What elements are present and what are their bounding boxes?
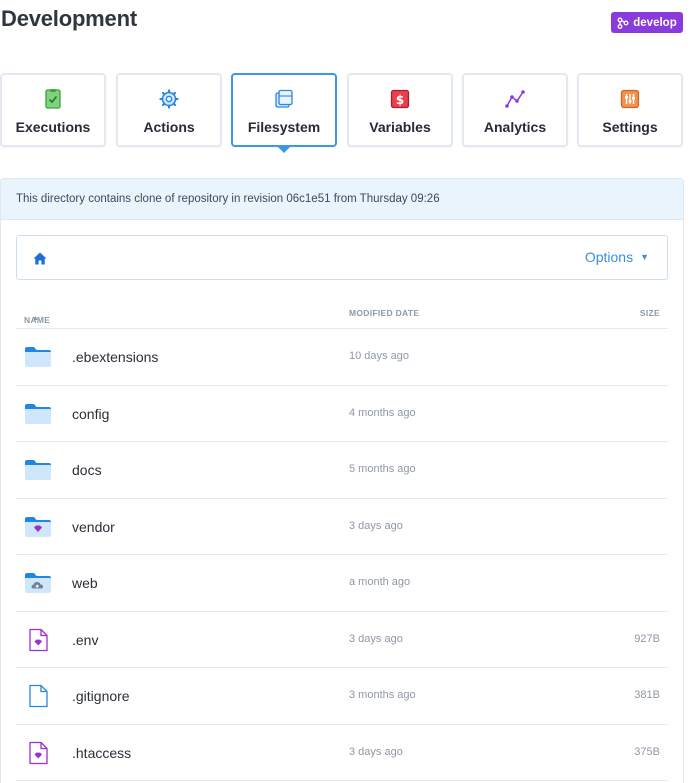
tab-actions[interactable]: Actions [116, 73, 222, 147]
table-row[interactable]: web a month ago [16, 555, 668, 612]
folder-cloud-icon [25, 573, 51, 593]
file-name: .gitignore [72, 688, 130, 704]
file-date: 3 days ago [349, 519, 403, 532]
tab-label: Executions [15, 119, 91, 135]
gear-icon [159, 89, 179, 109]
file-date: a month ago [349, 576, 411, 588]
file-date: 3 months ago [349, 689, 416, 701]
tab-label: Variables [369, 119, 431, 135]
tab-executions[interactable]: Executions [0, 73, 106, 147]
home-icon[interactable] [33, 252, 47, 265]
file-date: 10 days ago [349, 350, 409, 362]
sort-ascending-icon: ▲ [32, 315, 40, 322]
files-icon [275, 89, 293, 108]
file-size: 375B [634, 745, 660, 758]
tab-filesystem[interactable]: Filesystem [231, 73, 337, 147]
file-date: 3 days ago [349, 632, 403, 645]
tab-label: Filesystem [247, 119, 321, 135]
file-name: vendor [72, 518, 115, 535]
file-size: 381B [634, 689, 660, 701]
column-header-date[interactable]: MODIFIED DATE [349, 308, 419, 318]
table-header: NAME ▲ MODIFIED DATE SIZE [16, 301, 668, 329]
svg-text:$: $ [396, 93, 404, 107]
section-tabs: Executions Actions Filesystem $ Variable… [0, 73, 686, 148]
page-title: Development [1, 6, 137, 31]
table-row[interactable]: .ebextensions 10 days ago [16, 329, 668, 386]
table-row[interactable]: vendor 3 days ago [16, 499, 668, 555]
file-date: 4 months ago [349, 406, 416, 419]
file-name: .ebextensions [72, 349, 159, 365]
folder-icon [25, 460, 51, 480]
file-gem-icon [29, 628, 48, 651]
file-table: NAME ▲ MODIFIED DATE SIZE .ebextensions 1… [16, 301, 668, 781]
file-name: web [72, 575, 98, 591]
table-row[interactable]: .htaccess 3 days ago 375B [16, 725, 668, 781]
tab-analytics[interactable]: Analytics [462, 73, 568, 147]
folder-gem-icon [25, 516, 51, 537]
branch-icon [617, 17, 629, 29]
caret-down-icon: ▼ [640, 252, 649, 262]
executions-icon [45, 89, 61, 109]
settings-icon [620, 89, 640, 109]
file-date: 3 days ago [349, 745, 403, 758]
variables-icon: $ [390, 89, 410, 109]
file-date: 5 months ago [349, 463, 416, 475]
tab-label: Settings [602, 119, 658, 135]
tab-label: Actions [143, 119, 195, 135]
file-size: 927B [634, 632, 660, 645]
table-row[interactable]: docs 5 months ago [16, 442, 668, 499]
tab-label: Analytics [483, 119, 547, 135]
options-button[interactable]: Options ▼ [585, 249, 649, 265]
file-gem-icon [29, 741, 48, 764]
analytics-icon [505, 90, 525, 108]
tab-variables[interactable]: $ Variables [347, 73, 453, 147]
table-row[interactable]: .env 3 days ago 927B [16, 612, 668, 668]
filesystem-panel: This directory contains clone of reposit… [0, 178, 684, 783]
options-label: Options [584, 249, 634, 265]
file-icon [29, 684, 48, 708]
file-name: docs [72, 462, 102, 478]
folder-icon [25, 347, 51, 367]
table-row[interactable]: config 4 months ago [16, 386, 668, 442]
branch-name: develop [633, 16, 677, 29]
revision-info: This directory contains clone of reposit… [1, 179, 683, 220]
file-name: config [72, 405, 110, 422]
file-name: .env [72, 631, 99, 648]
folder-icon [25, 403, 51, 424]
branch-badge[interactable]: develop [611, 12, 683, 33]
file-name: .htaccess [72, 744, 132, 761]
table-row[interactable]: .gitignore 3 months ago 381B [16, 668, 668, 725]
column-header-size[interactable]: SIZE [640, 308, 660, 318]
path-bar: Options ▼ [16, 235, 668, 280]
tab-settings[interactable]: Settings [577, 73, 683, 147]
